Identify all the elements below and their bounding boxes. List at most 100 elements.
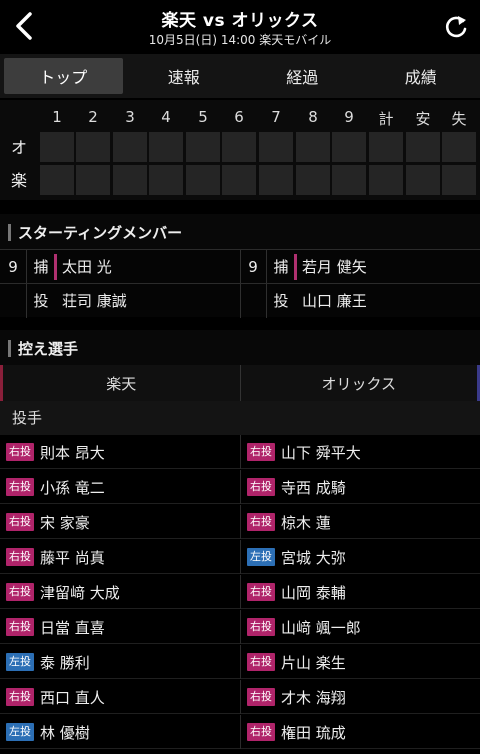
game-subtitle: 10月5日(日) 14:00 楽天モバイル xyxy=(148,33,332,47)
scoreboard: 1 2 3 4 5 6 7 8 9 計 安 失 オ 楽 xyxy=(0,100,480,200)
away-score-cell xyxy=(442,132,476,162)
home-score-cell xyxy=(186,165,220,195)
pitcher-name: 椋木 蓮 xyxy=(281,513,331,532)
pitcher-name: 片山 楽生 xyxy=(281,653,346,672)
pitcher-row: 右投 小孫 竜二 右投 寺西 成騎 xyxy=(0,470,480,504)
right-starter-number xyxy=(240,284,266,318)
throwing-hand-badge: 右投 xyxy=(247,618,275,636)
tab-stats[interactable]: 成績 xyxy=(362,54,480,98)
tab-team-rakuten[interactable]: 楽天 xyxy=(0,365,241,401)
right-starter-position: 投 xyxy=(273,292,289,310)
throwing-hand-badge: 右投 xyxy=(247,513,275,531)
pitcher-row: 右投 西口 直人 右投 才木 海翔 xyxy=(0,680,480,714)
left-starter-marker xyxy=(54,254,57,280)
orix-pitcher[interactable]: 右投 椋木 蓮 xyxy=(240,505,480,539)
throwing-hand-badge: 右投 xyxy=(6,583,34,601)
starter-row: 9 捕 太田 光 9 捕 若月 健矢 xyxy=(0,249,480,284)
away-score-cell xyxy=(406,132,440,162)
left-starter-position: 捕 xyxy=(33,258,49,276)
rakuten-pitcher[interactable]: 左投泰 勝利 xyxy=(0,645,240,679)
home-score-cell xyxy=(369,165,403,195)
throwing-hand-badge: 右投 xyxy=(6,513,34,531)
pitcher-name: 小孫 竜二 xyxy=(40,478,105,497)
scoreboard-header: 1 2 3 4 5 6 7 8 9 計 安 失 xyxy=(0,108,480,130)
pitcher-name: 山﨑 颯一郎 xyxy=(281,618,361,637)
away-score-cell xyxy=(369,132,403,162)
home-score-cell xyxy=(406,165,440,195)
starting-members-title: スターティングメンバー xyxy=(0,214,480,250)
left-starter-number: 9 xyxy=(8,258,18,276)
home-score-cell xyxy=(296,165,330,195)
pitcher-row: 右投宋 家豪 右投 椋木 蓮 xyxy=(0,505,480,539)
rakuten-pitcher[interactable]: 右投 小孫 竜二 xyxy=(0,470,240,504)
tab-team-orix[interactable]: オリックス xyxy=(241,365,480,401)
home-score-cell xyxy=(149,165,183,195)
inning-9-label: 9 xyxy=(344,108,354,126)
app-header: 楽天 vs オリックス 10月5日(日) 14:00 楽天モバイル xyxy=(0,0,480,52)
away-score-cell xyxy=(76,132,110,162)
divider xyxy=(266,250,267,284)
main-tabs: トップ 速報 経過 成績 xyxy=(0,54,480,98)
orix-pitcher[interactable]: 右投 山﨑 颯一郎 xyxy=(240,610,480,644)
inning-8-label: 8 xyxy=(308,108,318,126)
pitcher-name: 宮城 大弥 xyxy=(281,548,346,567)
throwing-hand-badge: 右投 xyxy=(6,618,34,636)
errors-label: 失 xyxy=(451,110,467,128)
pitcher-name: 西口 直人 xyxy=(40,688,105,707)
left-starter-number xyxy=(0,284,26,318)
tab-progress[interactable]: 経過 xyxy=(243,54,362,98)
pitcher-row: 右投 津留﨑 大成 右投 山岡 泰輔 xyxy=(0,575,480,609)
pitcher-name: 藤平 尚真 xyxy=(40,548,105,567)
orix-pitcher[interactable]: 左投 宮城 大弥 xyxy=(240,540,480,574)
starter-row: 投 荘司 康誠 投 山口 廉王 xyxy=(0,283,480,318)
away-score-cell xyxy=(113,132,147,162)
orix-pitcher[interactable]: 右投 山下 舜平大 xyxy=(240,435,480,469)
pitcher-name: 権田 琉成 xyxy=(281,723,346,742)
right-starter-name[interactable]: 若月 健矢 xyxy=(302,250,367,284)
away-score-cell xyxy=(149,132,183,162)
away-score-cell xyxy=(332,132,366,162)
orix-pitcher[interactable]: 右投 寺西 成騎 xyxy=(240,470,480,504)
pitcher-row: 右投 則本 昂大 右投 山下 舜平大 xyxy=(0,435,480,469)
rakuten-pitcher[interactable]: 左投林 優樹 xyxy=(0,715,240,749)
pitcher-row: 右投 藤平 尚真 左投 宮城 大弥 xyxy=(0,540,480,574)
rakuten-pitcher[interactable]: 右投 津留﨑 大成 xyxy=(0,575,240,609)
pitcher-name: 山岡 泰輔 xyxy=(281,583,346,602)
away-team-label: オ xyxy=(10,138,27,157)
throwing-hand-badge: 右投 xyxy=(247,443,275,461)
orix-pitcher[interactable]: 右投 山岡 泰輔 xyxy=(240,575,480,609)
orix-pitcher[interactable]: 右投 才木 海翔 xyxy=(240,680,480,714)
away-score-cell xyxy=(222,132,256,162)
throwing-hand-badge: 左投 xyxy=(247,548,275,566)
inning-5-label: 5 xyxy=(198,108,208,126)
orix-pitcher[interactable]: 右投 権田 琉成 xyxy=(240,715,480,749)
rakuten-pitcher[interactable]: 右投宋 家豪 xyxy=(0,505,240,539)
pitcher-name: 則本 昂大 xyxy=(40,443,105,462)
rakuten-pitcher[interactable]: 右投 日當 直喜 xyxy=(0,610,240,644)
pitcher-row: 左投林 優樹 右投 権田 琉成 xyxy=(0,715,480,749)
left-starter-name[interactable]: 太田 光 xyxy=(62,250,112,284)
rakuten-pitcher[interactable]: 右投 藤平 尚真 xyxy=(0,540,240,574)
bench-title: 控え選手 xyxy=(0,330,480,366)
tab-top[interactable]: トップ xyxy=(4,58,123,94)
orix-pitcher[interactable]: 右投 片山 楽生 xyxy=(240,645,480,679)
rakuten-pitcher[interactable]: 右投 則本 昂大 xyxy=(0,435,240,469)
throwing-hand-badge: 右投 xyxy=(6,688,34,706)
left-starter-name[interactable]: 荘司 康誠 xyxy=(62,284,127,318)
pitchers-subheading: 投手 xyxy=(0,401,480,435)
home-score-cell xyxy=(40,165,74,195)
pitcher-name: 寺西 成騎 xyxy=(281,478,346,497)
right-starter-name[interactable]: 山口 廉王 xyxy=(302,284,367,318)
away-score-cell xyxy=(40,132,74,162)
pitcher-name: 津留﨑 大成 xyxy=(40,583,120,602)
inning-6-label: 6 xyxy=(234,108,244,126)
throwing-hand-badge: 左投 xyxy=(6,723,34,741)
pitcher-row: 右投 日當 直喜 右投 山﨑 颯一郎 xyxy=(0,610,480,644)
pitcher-name: 日當 直喜 xyxy=(40,618,105,637)
throwing-hand-badge: 右投 xyxy=(6,478,34,496)
refresh-icon[interactable] xyxy=(442,12,470,42)
bench-team-tabs: 楽天 オリックス xyxy=(0,365,480,401)
rakuten-pitcher[interactable]: 右投 西口 直人 xyxy=(0,680,240,714)
tab-live[interactable]: 速報 xyxy=(125,54,244,98)
right-starter-number: 9 xyxy=(248,258,258,276)
